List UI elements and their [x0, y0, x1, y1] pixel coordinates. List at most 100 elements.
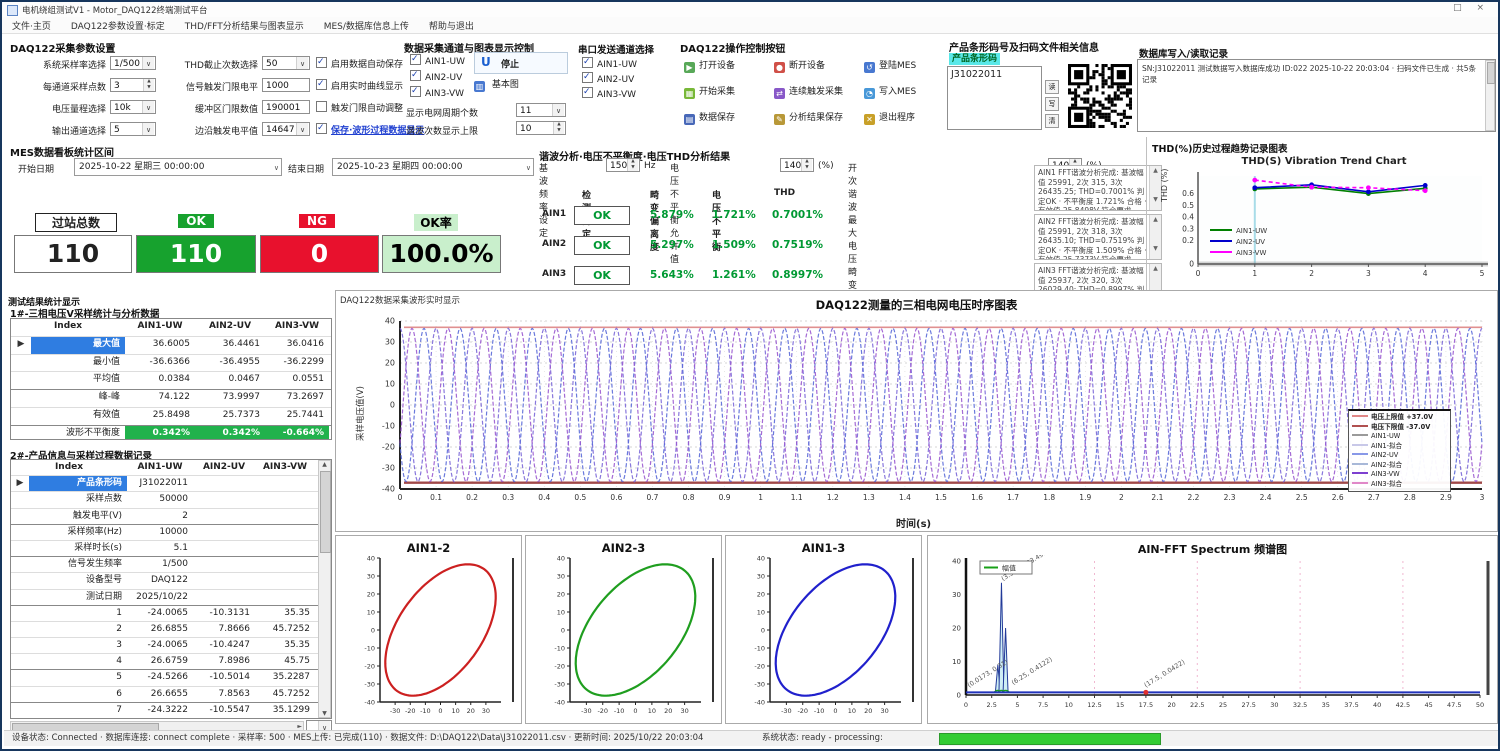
svg-text:30: 30	[757, 572, 765, 580]
table-cell	[193, 509, 255, 524]
table-row[interactable]: 最小值-36.6366-36.4955-36.2299	[11, 355, 331, 373]
thd-control-spinner[interactable]: 140▲▼	[780, 158, 814, 172]
legend-item: AIN3-拟合	[1352, 480, 1447, 490]
menu-item-2[interactable]: THD/FFT分析结果与图表显示	[175, 17, 314, 34]
harmonic-spinner[interactable]: 10▲▼	[516, 121, 566, 135]
ops-button-1[interactable]: ●断开设备	[774, 59, 860, 74]
table-cell: 73.2697	[265, 390, 329, 407]
daq-option-checkbox[interactable]: 触发门限自动调整	[316, 101, 403, 113]
table-row[interactable]: 测试日期2025/10/22	[11, 590, 331, 606]
thd-control-spinner[interactable]: 150▲▼	[606, 158, 640, 172]
svg-text:1.5: 1.5	[935, 493, 947, 502]
info-table-vscrollbar[interactable]: ▲ ▼	[318, 460, 331, 718]
table-row[interactable]: 采样频率(Hz)10000	[11, 525, 331, 541]
table-row[interactable]: 采样时长(s)5.1	[11, 541, 331, 557]
table-row[interactable]: 5-24.5266-10.501435.2287	[11, 670, 331, 686]
ops-button-icon: ▦	[684, 88, 695, 99]
barcode-input[interactable]: J31022011	[947, 66, 1042, 130]
table-row[interactable]: 平均值0.03840.04670.0551	[11, 372, 331, 390]
svg-text:2.5: 2.5	[987, 701, 997, 709]
daq-option-checkbox[interactable]: 启用数据自动保存	[316, 57, 403, 69]
daq-row-field1[interactable]: 5∨	[110, 122, 156, 136]
table-row[interactable]: ▶产品条形码J31022011	[11, 476, 331, 492]
ops-button-3[interactable]: ▦开始采集	[684, 85, 770, 100]
svg-text:30: 30	[557, 572, 565, 580]
table-row[interactable]: 1-24.0065-10.313135.35	[11, 606, 331, 622]
ops-button-0[interactable]: ▶打开设备	[684, 59, 770, 74]
daq-row-field2[interactable]: 50∨	[262, 56, 310, 70]
menu-item-3[interactable]: MES/数据库信息上传	[314, 17, 419, 34]
table-cell: -36.4955	[195, 355, 265, 372]
svg-text:0.3: 0.3	[1182, 224, 1194, 233]
daq-row-field1[interactable]: 3▲▼	[110, 78, 156, 92]
table-cell: 74.122	[125, 390, 195, 407]
stop-button[interactable]: U 停止	[474, 52, 568, 74]
table-row[interactable]: 426.67597.898645.75	[11, 654, 331, 670]
svg-text:2.8: 2.8	[1404, 493, 1416, 502]
ops-button-7[interactable]: ✎分析结果保存	[774, 111, 860, 126]
table-header-cell: AIN2-UV	[193, 460, 255, 475]
table-row[interactable]: 226.68557.866645.7252	[11, 622, 331, 638]
daq-row-field1[interactable]: 1/500∨	[110, 56, 156, 70]
ops-button-5[interactable]: ◔写入MES	[864, 85, 950, 100]
svg-text:-20: -20	[382, 443, 395, 452]
field-value: 150	[610, 161, 627, 171]
scroll-up-icon[interactable]: ▲	[319, 461, 330, 468]
basic-chart-button[interactable]: ▥ 基本图	[474, 77, 566, 95]
ops-header: DAQ122操作控制按钮	[680, 40, 785, 55]
menu-item-4[interactable]: 帮助与退出	[419, 17, 484, 34]
acq-channel-checkbox[interactable]: AIN3-VW	[410, 86, 464, 98]
ops-button-2[interactable]: ↺登陆MES	[864, 59, 950, 74]
svg-text:40: 40	[367, 554, 375, 562]
row-label: 有效值	[31, 408, 125, 425]
scroll-down-icon[interactable]: ▼	[319, 710, 330, 717]
acq-channel-checkbox[interactable]: AIN1-UW	[410, 54, 465, 66]
table-cell: 50000	[127, 492, 193, 507]
table-row[interactable]: 触发电平(V)2	[11, 509, 331, 525]
table-row[interactable]: 信号发生频率1/500	[11, 557, 331, 573]
scroll-right-icon[interactable]: ►	[297, 723, 302, 730]
send-channel-checkbox[interactable]: AIN2-UV	[582, 72, 634, 84]
table-row[interactable]: 有效值25.849825.737325.7441	[11, 408, 331, 426]
daq-row-field1[interactable]: 10k∨	[110, 100, 156, 114]
ops-button-8[interactable]: ✕退出程序	[864, 111, 950, 126]
daq-option-checkbox[interactable]: 启用实时曲线显示	[316, 79, 403, 91]
table-cell: 2025/10/22	[127, 590, 193, 605]
menu-item-0[interactable]: 文件·主页	[2, 17, 61, 34]
daq-row-field2[interactable]: 190001	[262, 100, 310, 114]
send-channel-checkbox[interactable]: AIN3-VW	[582, 87, 636, 99]
table-row[interactable]: 7-24.3222-10.554735.1299	[11, 703, 331, 719]
window-controls[interactable]: □ ×	[1453, 3, 1490, 13]
barcode-side-button[interactable]: 清	[1045, 114, 1059, 128]
ops-button-4[interactable]: ⇄连续触发采集	[774, 85, 860, 100]
barcode-side-button[interactable]: 写	[1045, 97, 1059, 111]
table-header-cell: Index	[11, 319, 125, 336]
start-date-picker[interactable]: 2025-10-22 星期三 00:00:00∨	[74, 158, 282, 176]
barcode-side-button[interactable]: 读	[1045, 80, 1059, 94]
svg-text:-40: -40	[364, 698, 375, 706]
acq-channel-checkbox[interactable]: AIN2-UV	[410, 70, 462, 82]
period-combo[interactable]: 11∨	[516, 103, 566, 117]
table-row[interactable]: 峰-峰74.12273.999773.2697	[11, 390, 331, 408]
table-row[interactable]: ▶最大值36.600536.446136.0416	[11, 337, 331, 355]
table-row[interactable]: 设备型号DAQ122	[11, 573, 331, 589]
field-value: 5	[114, 125, 120, 135]
send-channel-checkbox[interactable]: AIN1-UW	[582, 57, 637, 69]
end-date-picker[interactable]: 2025-10-23 星期四 00:00:00∨	[332, 158, 534, 176]
lissajous-panel-3: AIN1-3-40-30-20-10010203040-30-20-100102…	[725, 535, 922, 724]
daq-row-field2[interactable]: 1000	[262, 78, 310, 92]
table-row[interactable]: 波形不平衡度0.342%0.342%-0.664%	[11, 426, 331, 440]
menu-item-1[interactable]: DAQ122参数设置·标定	[61, 17, 175, 34]
table-cell: 10000	[127, 525, 193, 540]
status-right-label: 系统状态: ready - processing:	[762, 731, 883, 746]
daq-row-field2[interactable]: 14647∨	[262, 122, 310, 136]
dblog-scrollbar[interactable]	[1485, 60, 1495, 131]
row-label: 2	[29, 622, 127, 637]
table-row[interactable]: 626.66557.856345.7252	[11, 687, 331, 703]
table-row[interactable]: 采样点数50000	[11, 492, 331, 508]
svg-text:-20: -20	[754, 662, 765, 670]
trend-chart-title: THD(S) Vibration Trend Chart	[1152, 156, 1496, 167]
svg-text:3: 3	[1480, 493, 1485, 502]
ops-button-6[interactable]: ▤数据保存	[684, 111, 770, 126]
table-row[interactable]: 3-24.0065-10.424735.35	[11, 638, 331, 654]
